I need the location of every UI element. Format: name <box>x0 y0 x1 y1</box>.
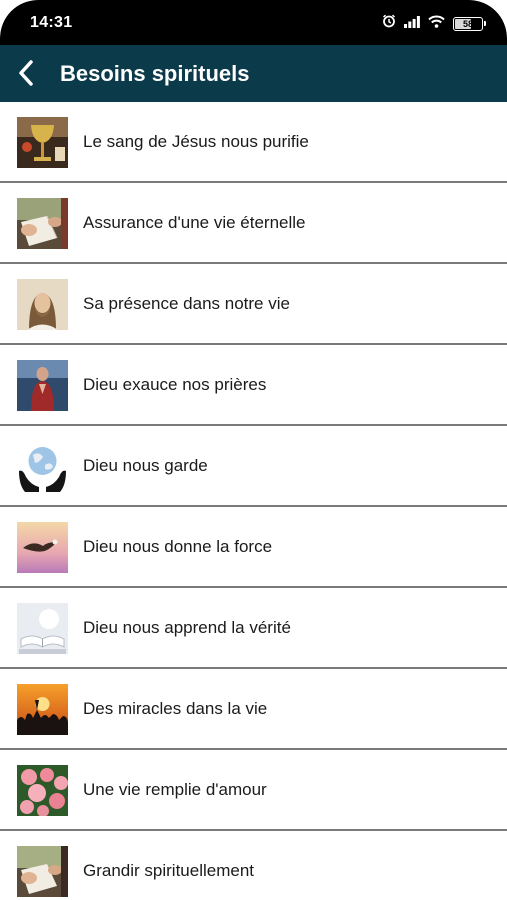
item-label: Assurance d'une vie éternelle <box>83 213 306 232</box>
list-item[interactable]: Dieu exauce nos prières <box>0 345 507 426</box>
item-label: Grandir spirituellement <box>83 861 255 880</box>
chalice-image <box>17 117 68 168</box>
status-time: 14:31 <box>30 14 73 31</box>
alarm-icon <box>382 14 396 33</box>
list-item[interactable]: Assurance d'une vie éternelle <box>0 183 507 264</box>
list-item[interactable]: Dieu nous apprend la vérité <box>0 588 507 669</box>
list-item[interactable]: Dieu nous garde <box>0 426 507 507</box>
item-label: Des miracles dans la vie <box>83 699 268 718</box>
wifi-icon <box>428 15 445 33</box>
signal-icon <box>404 15 420 33</box>
back-button[interactable] <box>6 53 46 93</box>
item-label: Sa présence dans notre vie <box>83 294 290 313</box>
list-item[interactable]: Dieu nous donne la force <box>0 507 507 588</box>
globe-in-hands-image <box>17 441 68 492</box>
item-label: Dieu nous garde <box>83 456 208 475</box>
hands-bible-image <box>17 846 68 897</box>
item-label: Dieu nous apprend la vérité <box>83 618 291 637</box>
status-icons: 58 <box>382 14 486 33</box>
needs-list: Le sang de Jésus nous purifie Assurance … <box>0 102 507 900</box>
item-label: Une vie remplie d'amour <box>83 780 267 799</box>
eagle-sunset-image <box>17 522 68 573</box>
sunset-crowd-image <box>17 684 68 735</box>
list-item[interactable]: Grandir spirituellement <box>0 831 507 900</box>
item-label: Dieu exauce nos prières <box>83 375 267 394</box>
praying-woman-image <box>17 360 68 411</box>
jesus-portrait-image <box>17 279 68 330</box>
phone-screen: 14:31 58 Besoins spirituels Le sang de J… <box>0 0 507 900</box>
list-item[interactable]: Une vie remplie d'amour <box>0 750 507 831</box>
hands-bible-image <box>17 198 68 249</box>
list-item[interactable]: Le sang de Jésus nous purifie <box>0 102 507 183</box>
item-label: Dieu nous donne la force <box>83 537 273 556</box>
battery-level: 58 <box>462 18 473 29</box>
item-label: Le sang de Jésus nous purifie <box>83 132 309 151</box>
list-item[interactable]: Des miracles dans la vie <box>0 669 507 750</box>
page-title: Besoins spirituels <box>60 61 250 86</box>
open-book-image <box>17 603 68 654</box>
status-bar: 14:31 58 <box>0 0 507 45</box>
app-bar: Besoins spirituels <box>0 45 507 102</box>
list-item[interactable]: Sa présence dans notre vie <box>0 264 507 345</box>
chevron-left-icon <box>19 60 33 86</box>
roses-image <box>17 765 68 816</box>
battery-icon: 58 <box>453 16 486 31</box>
